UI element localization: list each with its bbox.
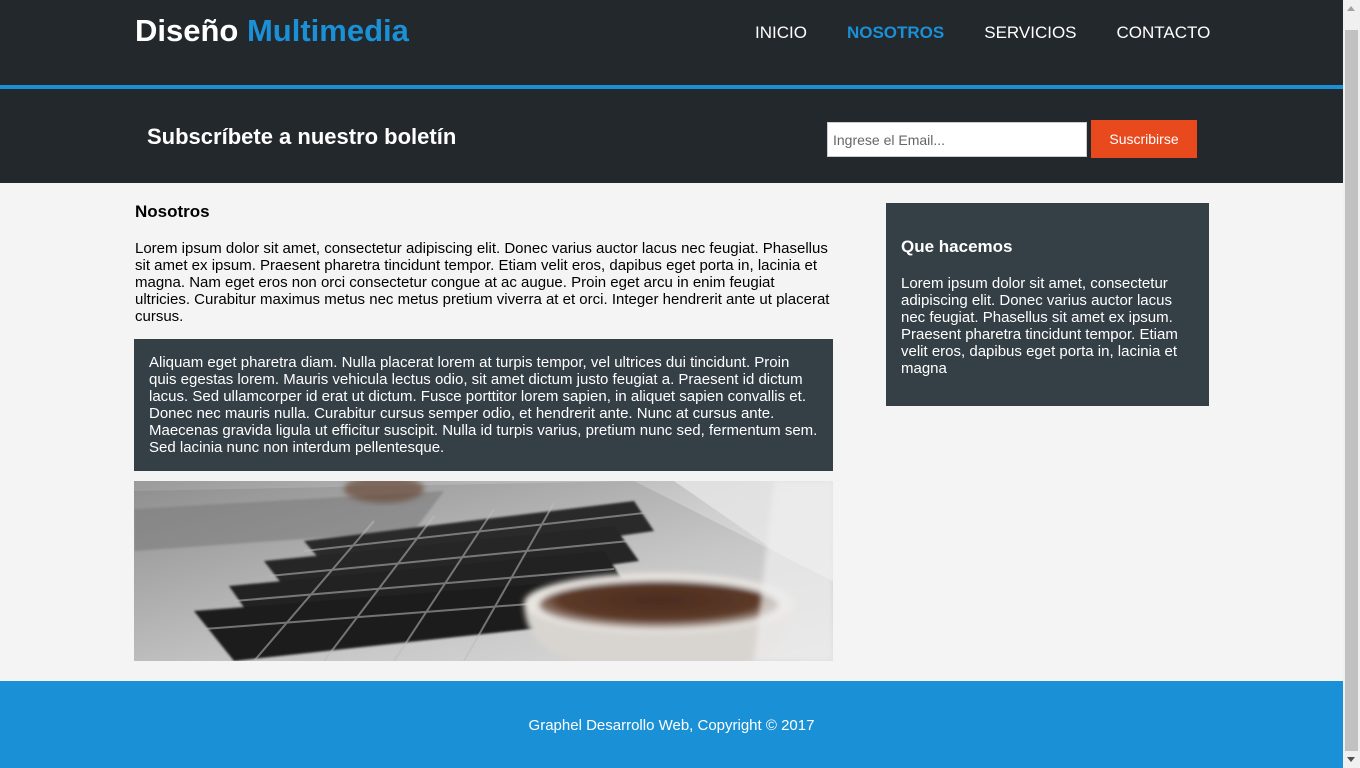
footer-copyright: Graphel Desarrollo Web, Copyright © 2017 [528,717,815,734]
newsletter-title: Subscríbete a nuestro boletín [147,124,457,149]
highlight-box: Aliquam eget pharetra diam. Nulla placer… [134,339,833,471]
sidebar-box: Que hacemos Lorem ipsum dolor sit amet, … [886,203,1209,406]
brand-main-text: Diseño [135,13,239,48]
scroll-thumb[interactable] [1345,30,1358,751]
site-logo[interactable]: Diseño Multimedia [135,13,409,49]
nav-item-inicio[interactable]: INICIO [735,24,827,42]
intro-paragraph: Lorem ipsum dolor sit amet, consectetur … [135,240,830,325]
laptop-coffee-image [134,481,833,661]
page: Diseño Multimedia INICIO NOSOTROS SERVIC… [0,0,1343,768]
nav-item-nosotros[interactable]: NOSOTROS [827,24,964,42]
email-input[interactable] [827,122,1087,157]
vertical-scrollbar[interactable] [1343,0,1360,768]
main-nav: INICIO NOSOTROS SERVICIOS CONTACTO [735,24,1230,42]
sidebar-text: Lorem ipsum dolor sit amet, consectetur … [901,275,1178,377]
sidebar-title: Que hacemos [901,237,1013,256]
scroll-up-arrow-icon[interactable] [1343,0,1360,17]
subscribe-button[interactable]: Suscribirse [1091,120,1197,158]
nav-item-servicios[interactable]: SERVICIOS [964,24,1096,42]
site-header: Diseño Multimedia INICIO NOSOTROS SERVIC… [0,0,1343,85]
scroll-down-arrow-icon[interactable] [1343,751,1360,768]
newsletter-section: Subscríbete a nuestro boletín Suscribirs… [0,89,1343,183]
nav-item-contacto[interactable]: CONTACTO [1097,24,1231,42]
highlight-box-text: Aliquam eget pharetra diam. Nulla placer… [149,354,818,456]
brand-highlight-text: Multimedia [246,13,409,48]
site-footer: Graphel Desarrollo Web, Copyright © 2017 [0,681,1343,768]
page-title: Nosotros [135,202,210,221]
